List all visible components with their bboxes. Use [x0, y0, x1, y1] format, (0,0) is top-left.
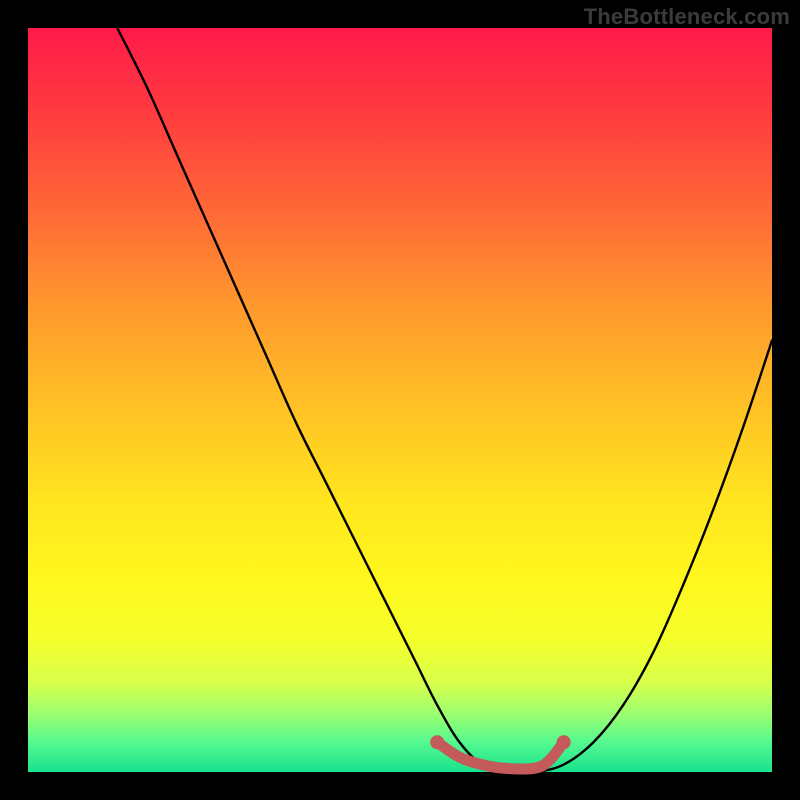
watermark-text: TheBottleneck.com [584, 4, 790, 30]
curve-svg [28, 28, 772, 772]
highlight-dot-start [430, 735, 444, 749]
bottleneck-curve [117, 28, 772, 773]
highlight-dot-end [557, 735, 571, 749]
chart-frame: TheBottleneck.com [0, 0, 800, 800]
plot-area [28, 28, 772, 772]
highlight-segment [437, 742, 563, 769]
